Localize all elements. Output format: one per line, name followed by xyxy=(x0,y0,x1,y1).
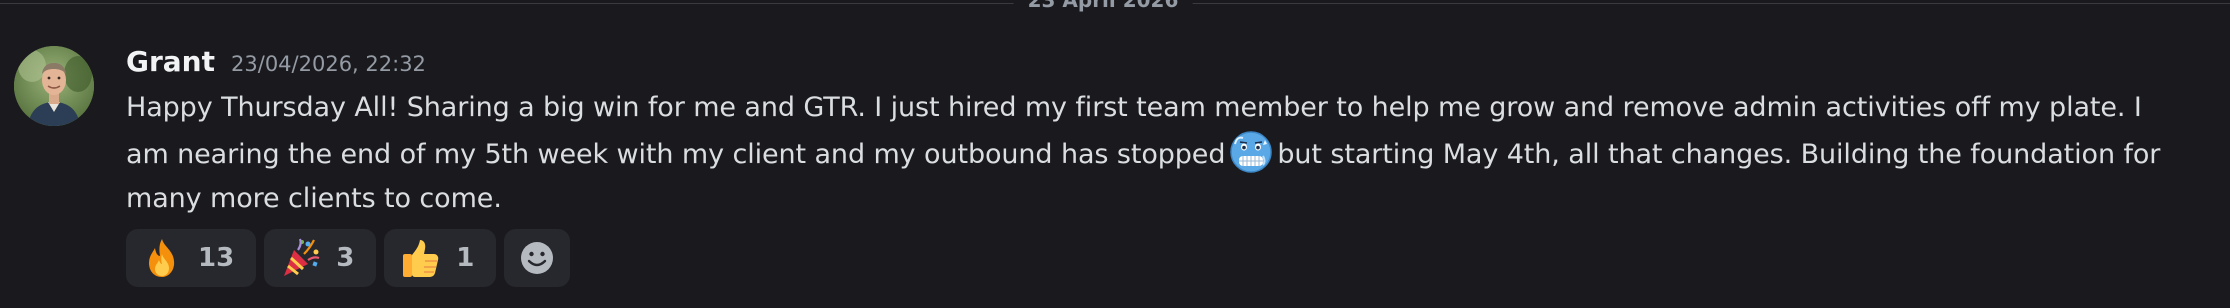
smiley-icon xyxy=(521,242,554,274)
reaction-thumbs-up[interactable]: 1 xyxy=(384,229,497,287)
cold-face-icon[interactable] xyxy=(1229,130,1273,174)
date-divider-label: 23 April 2026 xyxy=(1013,0,1193,11)
message-timestamp[interactable]: 23/04/2026, 22:32 xyxy=(231,44,426,84)
reaction-bar: 13 3 1 xyxy=(126,229,2206,287)
message-header: Grant 23/04/2026, 22:32 xyxy=(126,42,2206,82)
reaction-count: 13 xyxy=(198,243,235,273)
reaction-fire[interactable]: 13 xyxy=(126,229,257,287)
chat-window: 23 April 2026 Grant 23/04/2026, 22:32 Ha… xyxy=(0,0,2230,308)
reaction-party-popper[interactable]: 3 xyxy=(264,229,377,287)
thumbs-up-icon xyxy=(403,240,439,277)
reaction-count: 3 xyxy=(336,243,355,273)
message-body: Grant 23/04/2026, 22:32 Happy Thursday A… xyxy=(126,42,2206,287)
avatar[interactable] xyxy=(14,46,94,126)
party-popper-icon xyxy=(284,238,320,276)
author-name[interactable]: Grant xyxy=(126,42,215,82)
fire-icon xyxy=(149,239,175,277)
reaction-count: 1 xyxy=(456,243,475,273)
date-divider: 23 April 2026 xyxy=(0,0,2230,11)
message-content: Happy Thursday All! Sharing a big win fo… xyxy=(126,86,2186,221)
add-reaction-button[interactable] xyxy=(504,229,571,287)
